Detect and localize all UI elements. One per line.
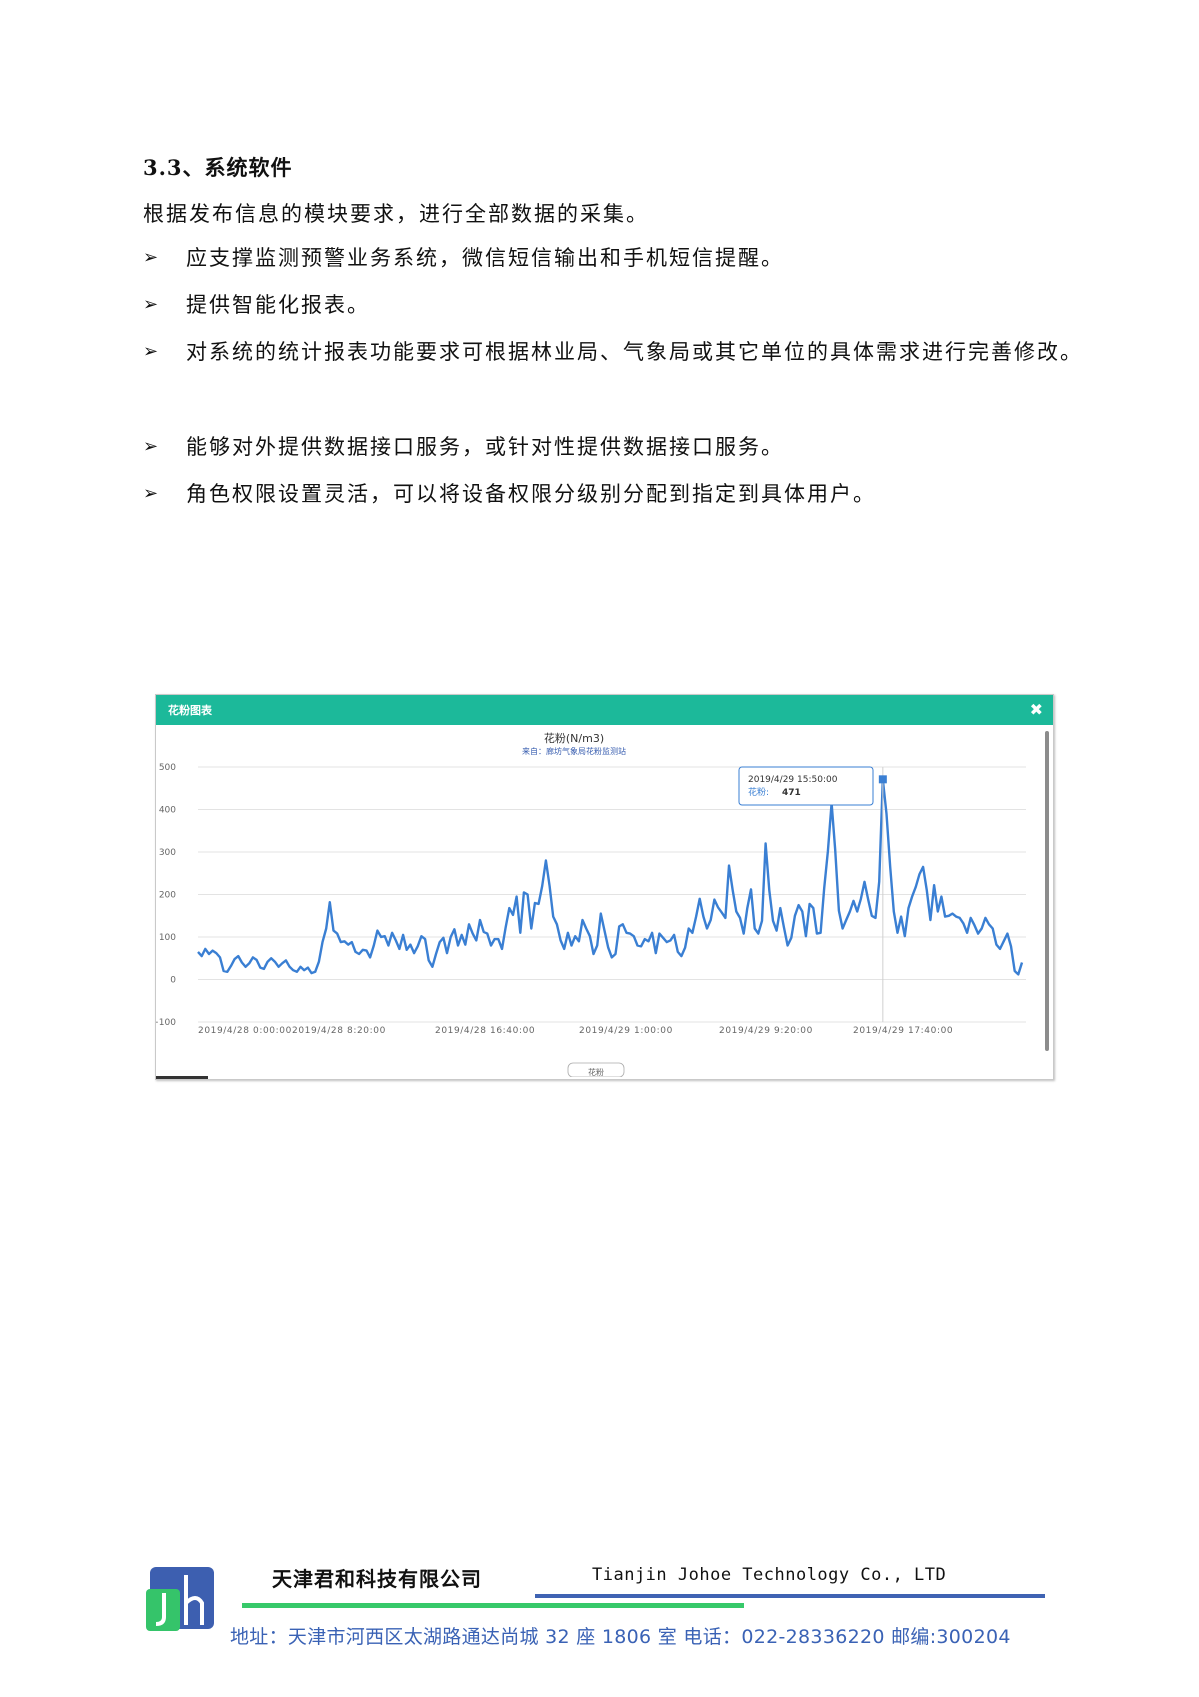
arrow-bullet-icon: ➢ — [143, 483, 161, 504]
company-address: 地址：天津市河西区太湖路通达尚城 32 座 1806 室 电话：022-2833… — [230, 1626, 1011, 1648]
company-name-en: Tianjin Johoe Technology Co., LTD — [592, 1565, 947, 1585]
company-name-cn: 天津君和科技有限公司 — [272, 1567, 482, 1591]
section-heading: 3.3、系统软件 — [143, 155, 293, 180]
y-tick-label: 400 — [159, 806, 176, 816]
x-tick-label: 2019/4/29 9:20:00 — [719, 1026, 813, 1036]
highlighted-point — [878, 775, 887, 784]
pollen-chart-panel: 花粉图表 ✖ 500 400 300 200 100 0 −100 2019/4/28 0:… — [155, 694, 1054, 1080]
bullet-item: ➢ 提供智能化报表。 — [143, 290, 1106, 329]
y-tick-label: 500 — [159, 763, 176, 773]
x-tick-label: 2019/4/28 16:40:00 — [435, 1026, 535, 1036]
panel-title: 花粉图表 — [168, 704, 212, 717]
arrow-bullet-icon: ➢ — [143, 294, 161, 315]
arrow-bullet-icon: ➢ — [143, 436, 161, 457]
chart-subtitle: 来自：廊坊气象局花粉监测站 — [522, 746, 626, 756]
legend[interactable]: 花粉 — [567, 1062, 625, 1077]
intro-paragraph: 根据发布信息的模块要求，进行全部数据的采集。 — [143, 202, 649, 226]
series-line-pollen — [197, 778, 1024, 976]
footer-divider-blue — [535, 1594, 1045, 1598]
panel-header: 花粉图表 ✖ — [156, 695, 1053, 725]
bullet-item: ➢ 能够对外提供数据接口服务，或针对性提供数据接口服务。 — [143, 432, 1106, 471]
tooltip-box — [738, 766, 874, 806]
bullet-item: ➢ 角色权限设置灵活，可以将设备权限分级别分配到指定到具体用户。 — [143, 479, 1106, 518]
bullet-text: 角色权限设置灵活，可以将设备权限分级别分配到指定到具体用户。 — [186, 482, 876, 506]
y-tick-label: −100 — [156, 1018, 176, 1028]
x-tick-label: 2019/4/28 0:00:00 — [198, 1026, 292, 1036]
tooltip-series-label: 花粉: — [748, 786, 769, 798]
arrow-bullet-icon: ➢ — [143, 341, 161, 362]
tooltip-time: 2019/4/29 15:50:00 — [748, 775, 838, 785]
y-tick-label: 300 — [159, 848, 176, 858]
chart-gridlines — [198, 766, 1026, 1023]
tooltip-value: 471 — [782, 788, 801, 798]
company-logo — [146, 1567, 214, 1631]
chart-tooltip: 2019/4/29 15:50:00 花粉: 471 — [738, 766, 874, 806]
x-tick-label: 2019/4/29 17:40:00 — [853, 1026, 953, 1036]
bullet-item: ➢ 对系统的统计报表功能要求可根据林业局、气象局或其它单位的具体需求进行完善修改… — [143, 337, 1106, 376]
y-tick-label: 200 — [159, 891, 176, 901]
footer-divider-green — [242, 1603, 744, 1608]
bullet-text: 提供智能化报表。 — [186, 293, 370, 317]
vertical-scrollbar[interactable] — [1045, 731, 1049, 1051]
legend-label: 花粉 — [588, 1067, 604, 1077]
chart-title: 花粉(N/m3) — [544, 732, 604, 745]
arrow-bullet-icon: ➢ — [143, 247, 161, 268]
bullet-text: 对系统的统计报表功能要求可根据林业局、气象局或其它单位的具体需求进行完善修改。 — [186, 340, 1083, 364]
x-tick-label: 2019/4/29 1:00:00 — [579, 1026, 673, 1036]
pollen-line-chart: 5004003002001000−100 2019/4/28 0:00:0020… — [156, 732, 1026, 1077]
x-axis-ticks: 2019/4/28 0:00:00 2019/4/28 8:20:00 2019/4… — [198, 1026, 953, 1036]
bullet-item: ➢ 应支撑监测预警业务系统，微信短信输出和手机短信提醒。 — [143, 243, 1106, 282]
x-tick-label: 2019/4/28 8:20:00 — [292, 1026, 386, 1036]
bullet-text: 能够对外提供数据接口服务，或针对性提供数据接口服务。 — [186, 435, 784, 459]
y-axis-ticks: 500 400 300 200 100 0 −100 — [156, 763, 176, 1028]
y-tick-label: 100 — [159, 933, 176, 943]
close-icon[interactable]: ✖ — [1030, 700, 1043, 719]
y-tick-label: 0 — [170, 976, 176, 986]
horizontal-scrollbar[interactable] — [156, 1076, 208, 1079]
bullet-text: 应支撑监测预警业务系统，微信短信输出和手机短信提醒。 — [186, 246, 784, 270]
